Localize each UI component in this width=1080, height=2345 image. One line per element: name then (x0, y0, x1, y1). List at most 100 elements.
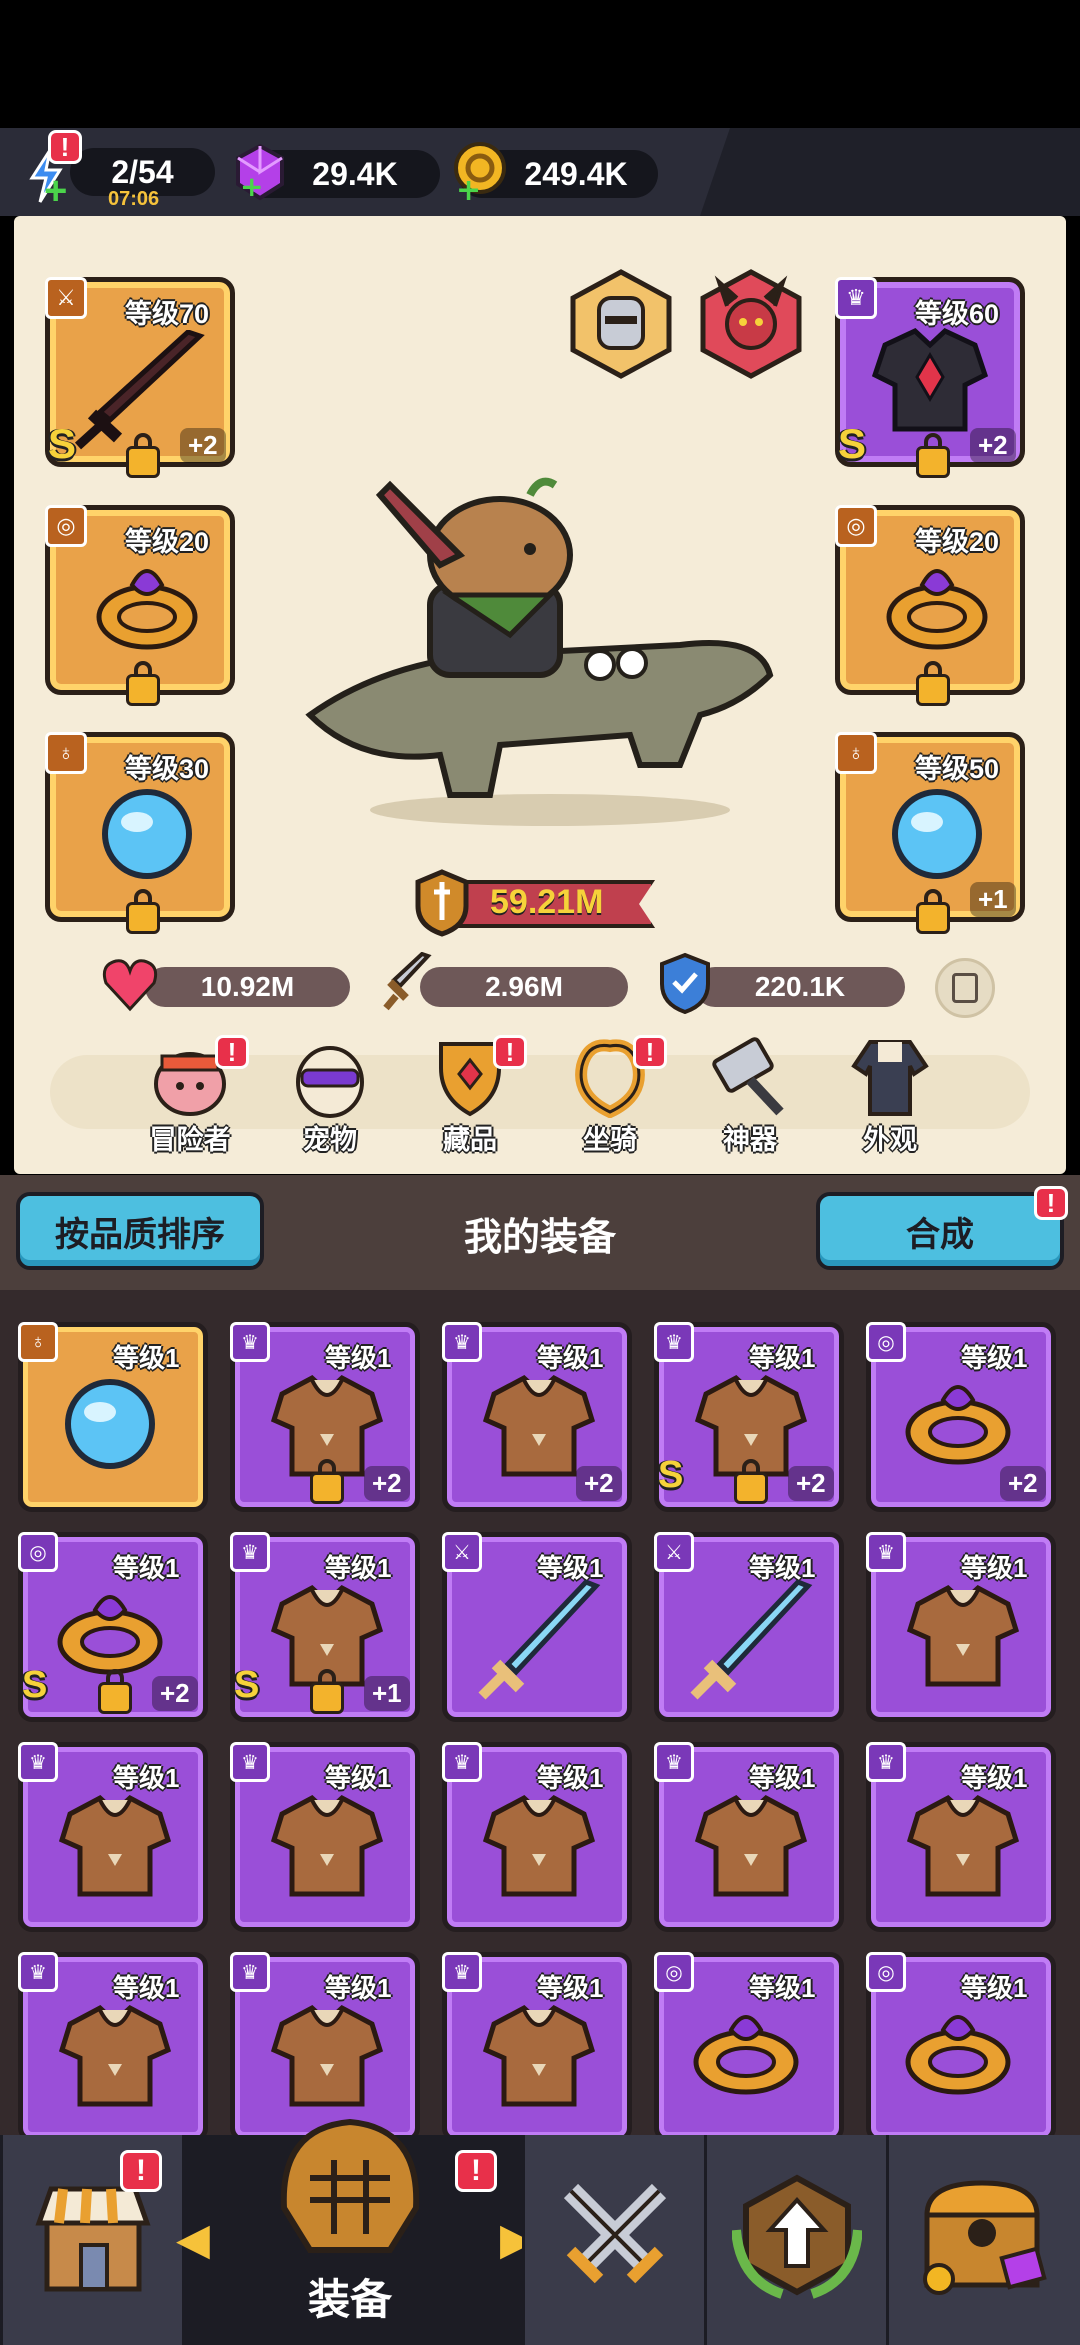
item-plus: +2 (364, 1466, 410, 1501)
defense-value: 220.1K (754, 971, 846, 1002)
demon-companion-avatar[interactable] (695, 268, 807, 380)
gold-value: 249.4K (524, 155, 628, 192)
armor-icon (474, 1790, 604, 1910)
merge-badge: ! (1034, 1186, 1068, 1220)
my-equipment-title: 我的装备 (463, 1217, 616, 1259)
nav-artifact[interactable]: 神器 (685, 1030, 815, 1155)
lock-icon (98, 1669, 132, 1714)
gem-icon: + (232, 142, 288, 203)
item-grade: S (22, 1664, 48, 1706)
tab-upgrade[interactable] (704, 2135, 886, 2345)
armor-icon (50, 1790, 180, 1910)
svg-text:+: + (240, 170, 263, 202)
lock-icon (310, 1459, 344, 1504)
chevron-left-icon: ◀ (176, 2215, 210, 2264)
nav-adventurer-badge: ! (215, 1035, 249, 1069)
armor-type-icon: ♛ (654, 1322, 694, 1362)
document-icon (952, 973, 978, 1003)
defense-shield-icon (656, 952, 714, 1015)
hp-value: 10.92M (200, 971, 295, 1002)
lock-icon (916, 889, 950, 934)
energy-value: 2/54 (111, 153, 174, 190)
necklace-type-icon: ♁ (18, 1322, 58, 1362)
nav-appearance-label: 外观 (863, 1125, 917, 1155)
sword-icon (382, 951, 434, 1012)
armor-icon (898, 1790, 1028, 1910)
nav-mount-label: 坐骑 (583, 1125, 637, 1155)
defense-stat: 220.1K (695, 967, 905, 1007)
hero-character (300, 465, 780, 835)
armor-type-icon: ♛ (230, 1952, 270, 1992)
nav-pet[interactable]: 宠物 (265, 1030, 395, 1155)
armor-type-icon: ♛ (866, 1742, 906, 1782)
lock-icon (916, 661, 950, 706)
tab-treasure[interactable] (886, 2135, 1080, 2345)
ring-type-icon: ◎ (654, 1952, 694, 1992)
armor-type-icon: ♛ (442, 1322, 482, 1362)
necklace-icon: ♁ (835, 732, 877, 774)
merge-button[interactable]: 合成 (816, 1192, 1064, 1270)
nav-artifact-label: 神器 (723, 1125, 777, 1155)
weapon-type-icon: ⚔ (654, 1532, 694, 1572)
blue-orb-icon (882, 782, 992, 882)
stats-details-button[interactable] (935, 958, 995, 1018)
armor-type-icon: ♛ (442, 1952, 482, 1992)
knight-companion-avatar[interactable] (565, 268, 677, 380)
lock-icon (310, 1669, 344, 1714)
item-plus: +2 (152, 1676, 198, 1711)
armor-type-icon: ♛ (18, 1742, 58, 1782)
ring-icon: ◎ (45, 505, 87, 547)
ring-icon (898, 2000, 1028, 2120)
weapon-grade: S (48, 420, 77, 467)
armor-type-icon: ♛ (230, 1322, 270, 1362)
armor-icon (50, 2000, 180, 2120)
blue-orb-icon (92, 782, 202, 882)
necklace-right-plus: +1 (970, 882, 1016, 917)
lock-icon (126, 433, 160, 478)
sort-by-quality-button[interactable]: 按品质排序 (16, 1192, 264, 1270)
nav-collection-badge: ! (493, 1035, 527, 1069)
item-plus: +1 (364, 1676, 410, 1711)
tab-battle[interactable] (522, 2135, 704, 2345)
armor-icon (474, 2000, 604, 2120)
ring-type-icon: ◎ (18, 1532, 58, 1572)
armor-icon (898, 1580, 1028, 1700)
item-grade: S (658, 1454, 684, 1496)
ring-type-icon: ◎ (866, 1322, 906, 1362)
heart-icon (100, 955, 160, 1015)
nav-appearance[interactable]: 外观 (825, 1030, 955, 1155)
power-value: 59.21M (490, 883, 604, 921)
energy-timer: 07:06 (108, 188, 160, 210)
armor-tag-icon: ♛ (835, 277, 877, 319)
shop-badge: ! (120, 2150, 162, 2192)
nav-adventurer-label: 冒险者 (149, 1125, 231, 1155)
helmet-icon (280, 2118, 420, 2253)
armor-type-icon: ♛ (18, 1952, 58, 1992)
energy-add-icon[interactable]: + (44, 171, 74, 211)
lock-icon (126, 889, 160, 934)
svg-text:+: + (456, 173, 481, 202)
lock-icon (916, 433, 950, 478)
armor-plus: +2 (970, 428, 1016, 463)
nav-pet-label: 宠物 (303, 1125, 357, 1155)
armor-grade: S (838, 420, 867, 467)
ring-icon: ◎ (835, 505, 877, 547)
item-plus: +2 (1000, 1466, 1046, 1501)
nav-mount-badge: ! (633, 1035, 667, 1069)
armor-type-icon: ♛ (866, 1532, 906, 1572)
item-grade: S (234, 1664, 260, 1706)
resource-bar-fill (700, 128, 1080, 216)
hp-stat: 10.92M (145, 967, 350, 1007)
weapon-slot-level: 等级70 (125, 299, 210, 329)
armor-type-icon: ♛ (654, 1742, 694, 1782)
item-plus: +2 (576, 1466, 622, 1501)
armor-type-icon: ♛ (230, 1532, 270, 1572)
merge-button-label: 合成 (906, 1215, 974, 1254)
attack-value: 2.96M (485, 971, 563, 1002)
equipment-tab-badge: ! (455, 2150, 497, 2192)
armor-icon (262, 2000, 392, 2120)
gold-coin-icon: + (450, 140, 510, 208)
ring-type-icon: ◎ (866, 1952, 906, 1992)
dark-armor-icon (865, 325, 995, 435)
ring-icon (686, 2000, 816, 2120)
